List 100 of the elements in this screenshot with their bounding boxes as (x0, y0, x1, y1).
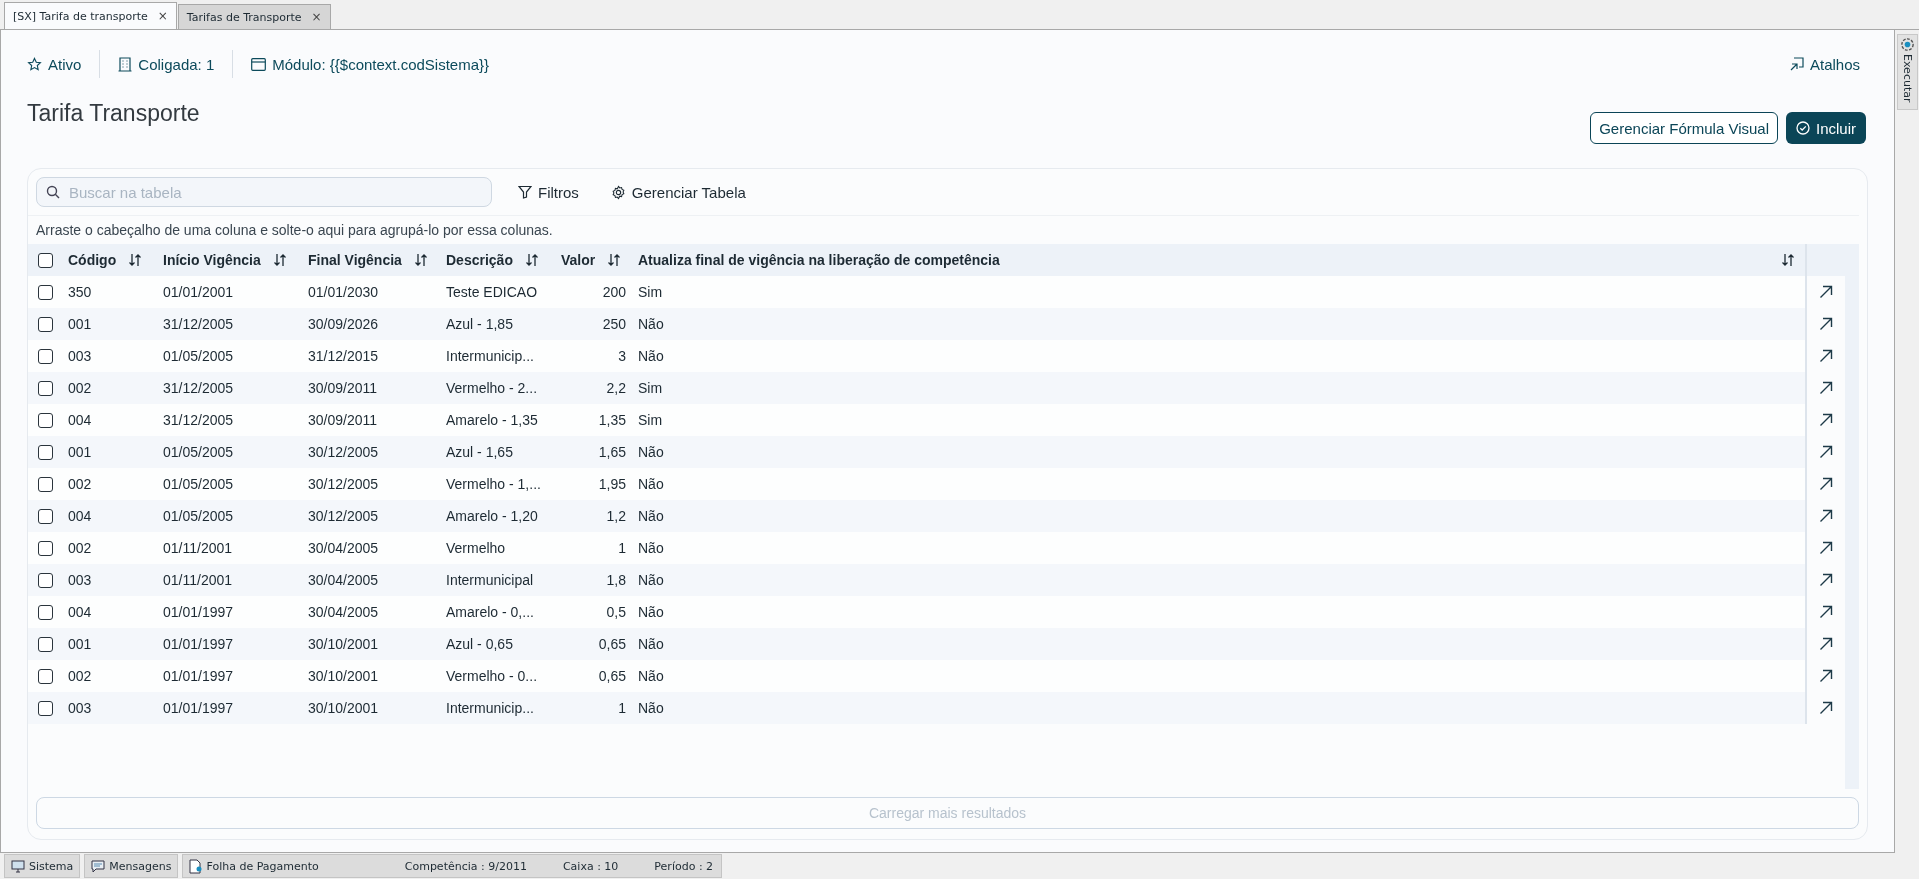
checkbox[interactable] (38, 476, 53, 492)
sort-icon[interactable] (413, 253, 428, 267)
table-cell: Não (638, 508, 664, 524)
column-header[interactable]: Valor (561, 252, 596, 268)
close-icon[interactable]: × (311, 10, 322, 24)
table-cell: 01/05/2005 (163, 444, 234, 460)
column-header[interactable]: Atualiza final de vigência na liberação de competência (638, 252, 1000, 268)
table-cell: 1,95 (598, 476, 626, 492)
table-cell: 2,2 (606, 380, 626, 396)
search-icon (46, 185, 60, 199)
checkbox[interactable] (38, 540, 53, 556)
table-cell: Amarelo - 0,... (446, 604, 534, 620)
table-cell: 002 (68, 540, 92, 556)
table-cell: Azul - 0,65 (446, 636, 513, 652)
table-cell: 003 (68, 700, 92, 716)
document-tab[interactable]: Tarifas de Transporte × (177, 4, 331, 29)
table-cell: 0,5 (606, 604, 626, 620)
gear-icon (1899, 37, 1915, 52)
table-cell: Amarelo - 1,20 (446, 508, 538, 524)
document-tab[interactable]: [SX] Tarifa de transporte × (4, 2, 177, 29)
arrow-icon (1819, 477, 1833, 491)
column-header[interactable]: Descrição (446, 252, 513, 268)
table-cell: Amarelo - 1,35 (446, 412, 538, 428)
checkbox[interactable] (38, 412, 53, 428)
table-cell: 30/09/2011 (308, 380, 378, 396)
table-cell: Não (638, 636, 664, 652)
arrow-icon (1819, 509, 1833, 523)
checkbox[interactable] (38, 284, 53, 300)
sort-icon[interactable] (607, 253, 622, 267)
shortcuts-link[interactable]: Atalhos (1789, 55, 1860, 73)
table-cell: 30/12/2005 (308, 476, 379, 492)
table-cell: 1 (618, 540, 626, 556)
manage-table-button[interactable]: Gerenciar Tabela (604, 183, 752, 201)
table-cell: 30/10/2001 (308, 700, 379, 716)
checkbox[interactable] (38, 668, 53, 684)
table-cell: 001 (68, 636, 92, 652)
table-cell: 01/05/2005 (163, 348, 234, 364)
table-cell: Não (638, 668, 664, 684)
messages-tab[interactable]: Mensagens (84, 854, 179, 878)
table-cell: Vermelho - 0... (446, 668, 538, 684)
table-cell: Não (638, 572, 664, 588)
table-cell: 002 (68, 380, 92, 396)
table-cell: 30/04/2005 (308, 604, 379, 620)
table-cell: 01/01/2001 (163, 284, 234, 300)
competence-status: Competência : 9/2011 (404, 859, 527, 873)
arrow-icon (1819, 413, 1833, 427)
column-header[interactable]: Início Vigência (163, 252, 261, 268)
arrow-icon (1819, 349, 1833, 363)
cash-status: Caixa : 10 (562, 859, 619, 873)
filters-button[interactable]: Filtros (512, 183, 585, 201)
table-cell: 31/12/2005 (163, 316, 234, 332)
table-cell: 003 (68, 572, 92, 588)
checkbox[interactable] (38, 636, 53, 652)
checkbox[interactable] (38, 700, 53, 716)
arrow-icon (1819, 445, 1833, 459)
checkbox[interactable] (38, 252, 53, 268)
table-cell: 200 (602, 284, 626, 300)
manage-formula-button[interactable]: Gerenciar Fórmula Visual (1590, 112, 1778, 144)
company-label: Coligada: 1 (138, 55, 215, 73)
table-cell: Não (638, 700, 664, 716)
table-cell: Teste EDICAO (446, 284, 538, 300)
table-cell: 01/11/2001 (163, 540, 233, 556)
table-cell: Não (638, 444, 664, 460)
checkbox[interactable] (38, 572, 53, 588)
search-field[interactable]: Buscar na tabela (36, 177, 492, 207)
monitor-icon (11, 859, 25, 873)
add-button[interactable]: Incluir (1786, 112, 1866, 144)
arrow-icon (1819, 637, 1833, 651)
table-cell: Não (638, 604, 664, 620)
table-cell: 004 (68, 412, 92, 428)
table-cell: 01/01/1997 (163, 668, 234, 684)
sort-icon[interactable] (524, 253, 539, 267)
close-icon[interactable]: × (157, 9, 168, 23)
arrow-icon (1819, 285, 1833, 299)
checkbox[interactable] (38, 508, 53, 524)
run-panel-tab[interactable]: Executar (1896, 34, 1918, 110)
table-cell: 01/01/2030 (308, 284, 379, 300)
table-cell: 31/12/2005 (163, 380, 234, 396)
checkbox[interactable] (38, 348, 53, 364)
window-icon (251, 57, 267, 71)
table-cell: 01/11/2001 (163, 572, 233, 588)
table-cell: 001 (68, 444, 92, 460)
sort-icon[interactable] (272, 253, 287, 267)
table-cell: 0,65 (598, 636, 626, 652)
column-header[interactable]: Final Vigência (308, 252, 402, 268)
table-cell: 30/09/2011 (308, 412, 378, 428)
table-cell: 004 (68, 604, 92, 620)
system-tab[interactable]: Sistema (4, 854, 81, 878)
table-cell: 30/10/2001 (308, 668, 379, 684)
checkbox[interactable] (38, 380, 53, 396)
arrow-icon (1819, 541, 1833, 555)
checkbox[interactable] (38, 444, 53, 460)
sort-icon[interactable] (1781, 253, 1795, 267)
sort-icon[interactable] (128, 253, 143, 267)
table-cell: 1,35 (598, 412, 626, 428)
table-cell: 1,2 (606, 508, 626, 524)
column-header[interactable]: Código (68, 252, 117, 268)
checkbox[interactable] (38, 604, 53, 620)
table-cell: 30/12/2005 (308, 508, 379, 524)
checkbox[interactable] (38, 316, 53, 332)
